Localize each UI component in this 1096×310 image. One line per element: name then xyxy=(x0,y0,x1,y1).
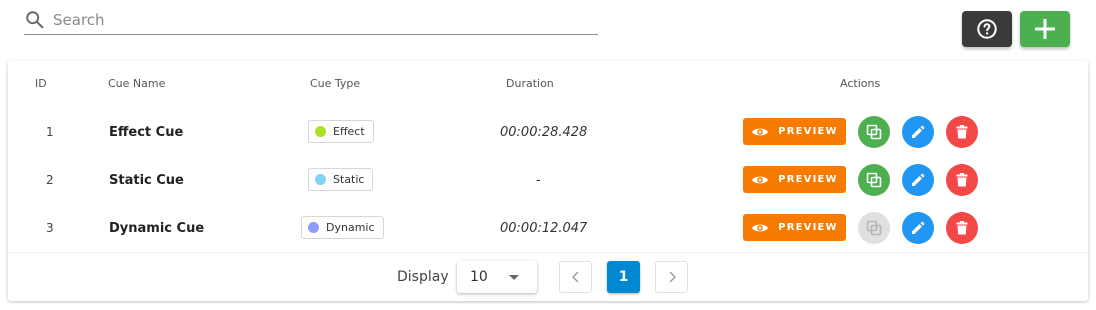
preview-button[interactable]: PREVIEW xyxy=(743,214,846,241)
cue-name: Static Cue xyxy=(109,172,184,188)
display-label: Display xyxy=(397,269,449,285)
header-cue-name: Cue Name xyxy=(108,77,166,90)
header-id: ID xyxy=(35,77,47,90)
cue-id: 2 xyxy=(46,173,54,187)
pencil-icon xyxy=(912,173,925,186)
search-bar[interactable] xyxy=(24,6,598,35)
cue-type-badge: Static xyxy=(308,168,374,191)
duplicate-button[interactable] xyxy=(858,164,890,196)
eye-icon xyxy=(751,174,769,186)
edit-button[interactable] xyxy=(902,164,934,196)
help-circle-icon xyxy=(977,19,997,39)
next-page-button[interactable] xyxy=(655,261,688,293)
chevron-right-icon xyxy=(669,271,676,283)
table-row: 2 Static Cue Static - PREVIEW xyxy=(8,156,1088,204)
eye-icon xyxy=(751,222,769,234)
cue-name: Dynamic Cue xyxy=(109,220,205,236)
delete-button[interactable] xyxy=(946,212,978,244)
chevron-left-icon xyxy=(571,271,578,283)
preview-label: PREVIEW xyxy=(778,126,838,137)
help-button[interactable] xyxy=(962,11,1012,47)
table-footer-divider xyxy=(8,252,1088,253)
cue-duration: - xyxy=(536,172,541,188)
trash-icon xyxy=(956,221,968,235)
copy-icon xyxy=(866,220,882,236)
plus-icon xyxy=(1035,19,1055,39)
cue-table-card: ID Cue Name Cue Type Duration Actions 1 … xyxy=(8,61,1088,301)
duplicate-button[interactable] xyxy=(858,116,890,148)
type-color-dot xyxy=(308,222,319,233)
type-color-dot xyxy=(315,126,326,137)
cue-id: 1 xyxy=(46,125,54,139)
pencil-icon xyxy=(912,221,925,234)
preview-button[interactable]: PREVIEW xyxy=(743,118,846,145)
cue-type-label: Dynamic xyxy=(326,221,375,234)
delete-button[interactable] xyxy=(946,116,978,148)
caret-down-icon xyxy=(509,275,519,280)
edit-button[interactable] xyxy=(902,212,934,244)
page-button-current[interactable]: 1 xyxy=(607,261,640,293)
copy-icon xyxy=(866,124,882,140)
page-size-select[interactable]: 10 xyxy=(457,261,537,293)
cue-duration: 00:00:12.047 xyxy=(500,220,588,236)
trash-icon xyxy=(956,173,968,187)
edit-button[interactable] xyxy=(902,116,934,148)
table-row: 1 Effect Cue Effect 00:00:28.428 PREVIEW xyxy=(8,108,1088,156)
search-input[interactable] xyxy=(51,6,595,34)
preview-label: PREVIEW xyxy=(778,174,838,185)
previous-page-button[interactable] xyxy=(559,261,592,293)
type-color-dot xyxy=(315,174,326,185)
pencil-icon xyxy=(912,125,925,138)
delete-button[interactable] xyxy=(946,164,978,196)
cue-duration: 00:00:28.428 xyxy=(500,124,588,140)
cue-type-label: Effect xyxy=(333,125,365,138)
cue-type-badge: Effect xyxy=(308,120,374,143)
cue-type-label: Static xyxy=(333,173,365,186)
cue-name: Effect Cue xyxy=(109,124,184,140)
preview-label: PREVIEW xyxy=(778,222,838,233)
header-cue-type: Cue Type xyxy=(310,77,361,90)
page-size-value: 10 xyxy=(470,269,488,285)
trash-icon xyxy=(956,125,968,139)
header-actions: Actions xyxy=(840,77,881,90)
table-row: 3 Dynamic Cue Dynamic 00:00:12.047 PREVI… xyxy=(8,204,1088,252)
cue-type-badge: Dynamic xyxy=(301,216,384,239)
preview-button[interactable]: PREVIEW xyxy=(743,166,846,193)
cue-id: 3 xyxy=(46,221,54,235)
add-cue-button[interactable] xyxy=(1020,11,1070,47)
duplicate-button xyxy=(858,212,890,244)
copy-icon xyxy=(866,172,882,188)
search-icon xyxy=(26,11,44,29)
eye-icon xyxy=(751,126,769,138)
header-duration: Duration xyxy=(506,77,554,90)
